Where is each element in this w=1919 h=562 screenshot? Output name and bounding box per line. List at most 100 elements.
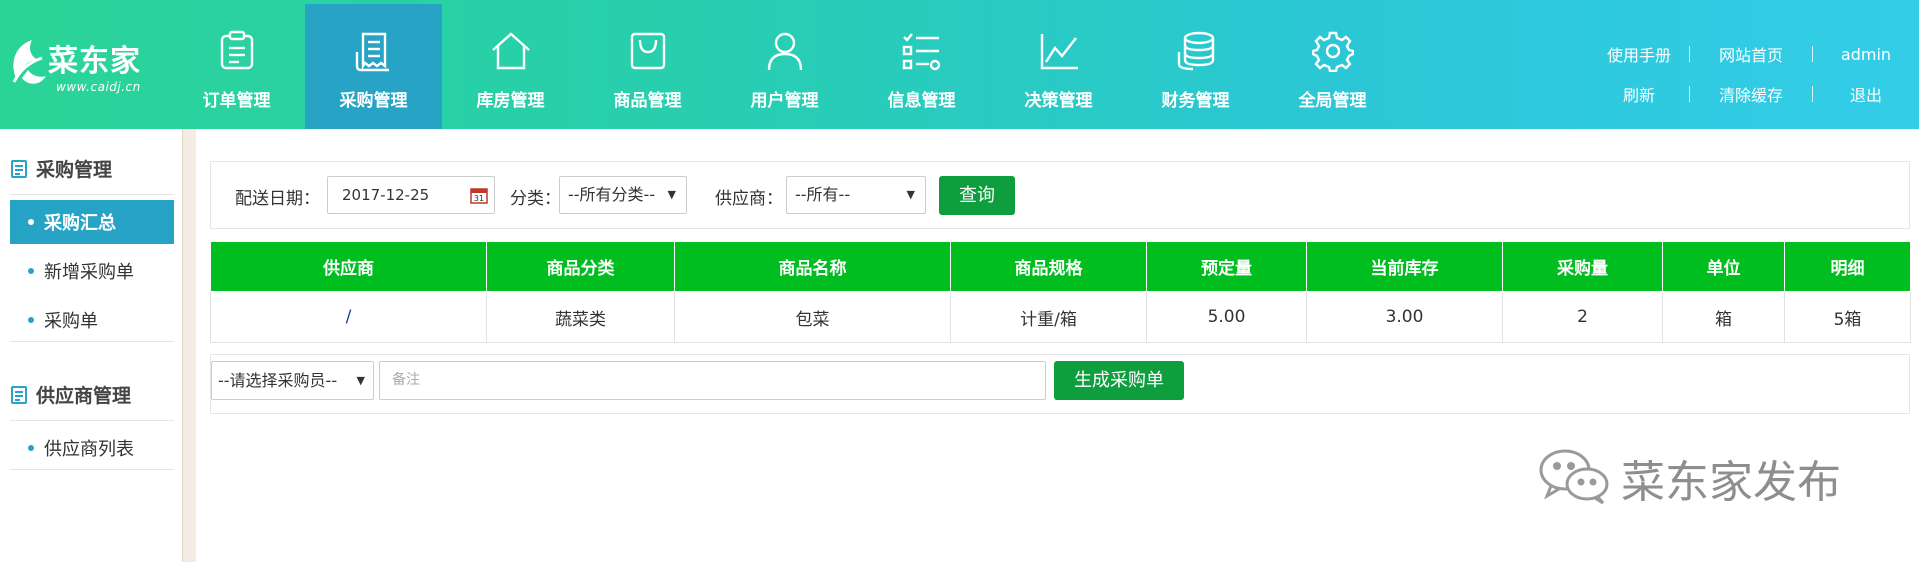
sidebar-section-title: 采购管理 — [10, 143, 174, 195]
table-cell: 2 — [1502, 291, 1663, 343]
remark-input[interactable]: 备注 — [379, 361, 1046, 400]
brand-name: 菜东家 — [48, 44, 141, 79]
brand-url: www.caidj.cn — [56, 80, 141, 94]
nav-item-finance[interactable]: 财务管理 — [1127, 4, 1264, 129]
shopping-bag-icon — [630, 32, 666, 70]
nav-item-users[interactable]: 用户管理 — [716, 4, 853, 129]
sidebar: 采购管理 采购汇总 新增采购单 采购单 供应商管理 供应商列表 — [0, 129, 182, 562]
top-header: 菜东家 www.caidj.cn 订单管理 采购管理 库房管理 商品管理 用户管… — [0, 0, 1919, 129]
table-cell: 5.00 — [1146, 291, 1307, 343]
sidebar-item-purchase-summary[interactable]: 采购汇总 — [10, 200, 174, 244]
column-header: 预定量 — [1146, 241, 1307, 292]
date-input[interactable]: 2017-12-25 31 — [327, 176, 495, 214]
bullet-icon — [28, 316, 34, 323]
checklist-icon — [902, 33, 941, 71]
nav-label: 财务管理 — [1161, 91, 1230, 111]
buyer-value: --请选择采购员-- — [218, 371, 338, 390]
category-select[interactable]: --所有分类-- ▼ — [559, 176, 687, 214]
table-cell-supplier: / — [210, 291, 487, 343]
user-icon — [767, 32, 803, 71]
wechat-icon — [1539, 449, 1609, 505]
date-label: 配送日期： — [235, 189, 320, 209]
supplier-link[interactable]: / — [346, 307, 352, 327]
nav-item-purchase[interactable]: 采购管理 — [305, 4, 442, 129]
nav-label: 订单管理 — [202, 91, 271, 111]
logout-link[interactable]: 退出 — [1813, 82, 1919, 106]
nav-label: 库房管理 — [476, 91, 545, 111]
sidebar-section-purchase: 采购管理 采购汇总 新增采购单 采购单 — [10, 143, 174, 342]
sidebar-divider — [182, 129, 196, 562]
column-header: 单位 — [1662, 241, 1785, 292]
supplier-value: --所有-- — [795, 185, 851, 204]
filter-bar: 配送日期： 2017-12-25 31 分类： --所有分类-- ▼ 供应商： … — [210, 161, 1910, 229]
refresh-link[interactable]: 刷新 — [1589, 82, 1689, 106]
leaf-logo-icon — [12, 40, 46, 84]
brand-logo[interactable]: 菜东家 www.caidj.cn — [8, 30, 168, 100]
nav-item-global[interactable]: 全局管理 — [1264, 4, 1401, 129]
nav-item-decision[interactable]: 决策管理 — [990, 4, 1127, 129]
sidebar-item-new-purchase-order[interactable]: 新增采购单 — [10, 249, 174, 293]
supplier-label: 供应商： — [715, 189, 783, 209]
generate-order-bar: --请选择采购员-- ▼ 备注 生成采购单 — [210, 354, 1910, 414]
document-icon — [11, 159, 27, 178]
sidebar-item-label: 采购单 — [44, 310, 98, 332]
column-header: 商品名称 — [674, 241, 951, 292]
top-links-row: 刷新 清除缓存 退出 — [1589, 82, 1919, 106]
receipt-icon — [355, 32, 389, 72]
nav-label: 全局管理 — [1298, 91, 1367, 111]
remark-placeholder: 备注 — [392, 372, 420, 388]
table-cell: 包菜 — [674, 291, 951, 343]
sidebar-item-purchase-orders[interactable]: 采购单 — [10, 298, 174, 342]
watermark: 菜东家发布 — [1535, 440, 1865, 515]
nav-item-warehouse[interactable]: 库房管理 — [442, 4, 579, 129]
sidebar-item-label: 供应商列表 — [44, 438, 134, 460]
sidebar-section-supplier: 供应商管理 供应商列表 — [10, 369, 174, 470]
user-link[interactable]: admin — [1813, 45, 1919, 64]
clear-cache-link[interactable]: 清除缓存 — [1690, 82, 1812, 106]
svg-text:31: 31 — [474, 194, 484, 203]
caret-down-icon: ▼ — [667, 188, 676, 201]
column-header: 采购量 — [1502, 241, 1663, 292]
column-header: 当前库存 — [1306, 241, 1503, 292]
calendar-icon[interactable]: 31 — [470, 186, 488, 204]
purchase-summary-table: 供应商 商品分类 商品名称 商品规格 预定量 当前库存 采购量 单位 明细 / … — [210, 241, 1911, 343]
top-links: 使用手册 网站首页 admin 刷新 清除缓存 退出 — [1589, 40, 1919, 106]
sidebar-title-text: 供应商管理 — [36, 385, 132, 407]
caret-down-icon: ▼ — [906, 188, 915, 201]
line-chart-icon — [1040, 34, 1078, 70]
gear-icon — [1312, 31, 1354, 72]
sidebar-section-title: 供应商管理 — [10, 369, 174, 421]
category-value: --所有分类-- — [568, 185, 656, 204]
table-cell: 蔬菜类 — [486, 291, 675, 343]
date-value: 2017-12-25 — [342, 186, 430, 204]
query-button[interactable]: 查询 — [939, 176, 1015, 215]
bullet-icon — [28, 444, 34, 451]
generate-order-button[interactable]: 生成采购单 — [1054, 361, 1184, 400]
caret-down-icon: ▼ — [356, 374, 365, 387]
table-cell: 计重/箱 — [950, 291, 1147, 343]
column-header: 明细 — [1784, 241, 1911, 292]
main-nav: 订单管理 采购管理 库房管理 商品管理 用户管理 信息管理 决策管理 财务管理 … — [168, 4, 1401, 129]
nav-item-info[interactable]: 信息管理 — [853, 4, 990, 129]
coins-icon — [1177, 31, 1215, 71]
document-icon — [11, 385, 27, 404]
table-cell: 5箱 — [1784, 291, 1911, 343]
bullet-icon — [28, 219, 34, 225]
home-link[interactable]: 网站首页 — [1690, 42, 1812, 66]
nav-label: 信息管理 — [887, 91, 956, 111]
sidebar-title-text: 采购管理 — [36, 159, 113, 181]
nav-item-orders[interactable]: 订单管理 — [168, 4, 305, 129]
category-label: 分类： — [510, 189, 561, 209]
nav-label: 商品管理 — [613, 91, 682, 111]
column-header: 商品分类 — [486, 241, 675, 292]
sidebar-item-label: 采购汇总 — [44, 213, 116, 234]
sidebar-item-label: 新增采购单 — [44, 262, 134, 283]
supplier-select[interactable]: --所有-- ▼ — [786, 176, 926, 214]
nav-item-products[interactable]: 商品管理 — [579, 4, 716, 129]
column-header: 商品规格 — [950, 241, 1147, 292]
sidebar-item-supplier-list[interactable]: 供应商列表 — [10, 426, 174, 470]
manual-link[interactable]: 使用手册 — [1589, 42, 1689, 66]
nav-label: 采购管理 — [339, 91, 408, 111]
buyer-select[interactable]: --请选择采购员-- ▼ — [211, 361, 374, 400]
table-cell: 箱 — [1662, 291, 1785, 343]
